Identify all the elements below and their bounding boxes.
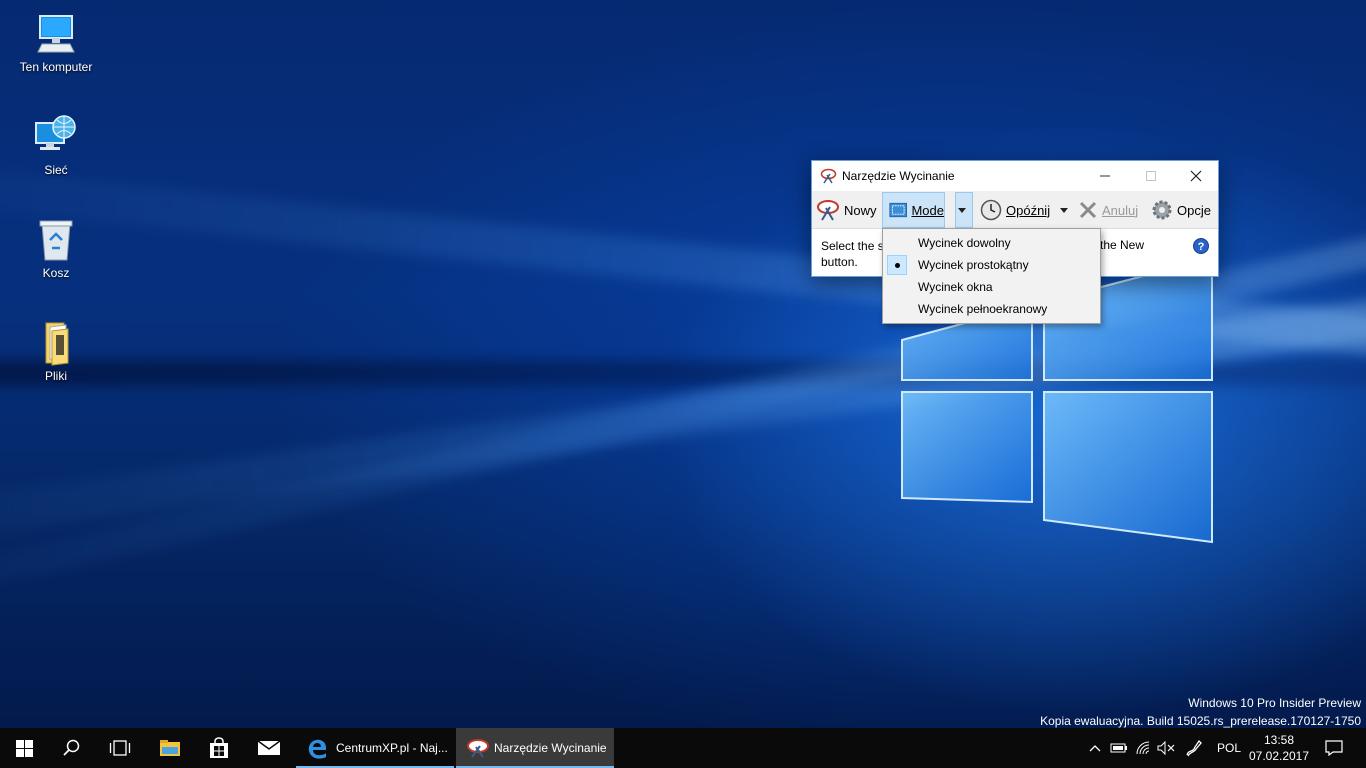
network-icon bbox=[35, 115, 76, 150]
chevron-down-icon bbox=[958, 207, 966, 213]
store-bag-icon bbox=[210, 737, 228, 758]
notification-icon bbox=[1325, 740, 1343, 756]
desktop-icon-label: Sieć bbox=[44, 163, 68, 177]
windows-start-icon bbox=[15, 739, 33, 757]
mode-dropdown-menu: Wycinek dowolny Wycinek prostokątny Wyci… bbox=[882, 228, 1101, 324]
new-snip-icon bbox=[817, 200, 839, 221]
options-button[interactable]: Opcje bbox=[1151, 191, 1211, 229]
chevron-up-icon bbox=[1089, 745, 1101, 752]
show-hidden-icons-button[interactable] bbox=[1084, 728, 1106, 768]
cancel-x-icon bbox=[1079, 201, 1097, 219]
window-title: Narzędzie Wycinanie bbox=[842, 169, 955, 183]
desktop-icon-label: Kosz bbox=[42, 266, 70, 280]
clock[interactable]: 13:58 07.02.2017 bbox=[1248, 732, 1310, 764]
menu-item-window-snip[interactable]: Wycinek okna bbox=[885, 276, 1098, 298]
clock-time: 13:58 bbox=[1263, 733, 1295, 747]
delay-button-label: Opóźnij bbox=[1006, 202, 1051, 218]
edge-icon bbox=[308, 739, 326, 759]
minimize-icon bbox=[1100, 175, 1110, 177]
recycle-bin-icon bbox=[39, 220, 73, 261]
clock-date: 07.02.2017 bbox=[1248, 749, 1310, 763]
mail-icon bbox=[257, 740, 281, 755]
windows-watermark: Windows 10 Pro Insider Preview Kopia ewa… bbox=[1040, 694, 1361, 730]
task-view-icon bbox=[109, 740, 131, 756]
desktop-icon-label: Pliki bbox=[44, 369, 67, 383]
store-button[interactable] bbox=[194, 728, 244, 768]
maximize-icon bbox=[1146, 171, 1156, 181]
menu-item-label: Wycinek okna bbox=[918, 280, 993, 294]
mode-button-label: Mode bbox=[911, 202, 944, 218]
start-button[interactable] bbox=[0, 728, 48, 768]
new-button-label: Nowy bbox=[844, 202, 877, 218]
mode-dropdown-arrow[interactable] bbox=[955, 192, 973, 228]
rectangle-snip-icon bbox=[889, 202, 908, 218]
cancel-button[interactable]: Anuluj bbox=[1078, 191, 1138, 229]
battery-button[interactable] bbox=[1108, 728, 1130, 768]
desktop-icon-this-pc[interactable]: Ten komputer bbox=[11, 10, 101, 74]
computer-icon bbox=[37, 15, 75, 53]
volume-button[interactable] bbox=[1155, 728, 1177, 768]
taskbar-app-snipping-tool[interactable]: Narzędzie Wycinanie bbox=[456, 728, 614, 768]
new-button[interactable]: Nowy bbox=[816, 191, 877, 229]
desktop-icon-recycle-bin[interactable]: Kosz bbox=[11, 216, 101, 280]
taskbar: CentrumXP.pl - Naj... Narzędzie Wycinani… bbox=[0, 728, 1366, 768]
close-icon bbox=[1190, 170, 1202, 182]
action-center-button[interactable] bbox=[1316, 728, 1352, 768]
folder-icon bbox=[45, 322, 69, 366]
menu-item-label: Wycinek prostokątny bbox=[918, 258, 1029, 272]
network-tray-button[interactable] bbox=[1132, 728, 1154, 768]
watermark-edition: Windows 10 Pro Insider Preview bbox=[1188, 696, 1361, 710]
clock-icon bbox=[980, 199, 1002, 221]
file-explorer-button[interactable] bbox=[146, 728, 194, 768]
minimize-button[interactable] bbox=[1082, 161, 1128, 191]
menu-item-full-screen-snip[interactable]: Wycinek pełnoekranowy bbox=[885, 298, 1098, 320]
instruction-text-right: the New bbox=[1100, 238, 1145, 252]
desktop-icon-network[interactable]: Sieć bbox=[11, 113, 101, 177]
mode-button[interactable]: Mode bbox=[882, 192, 945, 228]
snipping-tool-icon bbox=[820, 168, 837, 184]
selected-indicator bbox=[887, 255, 907, 275]
maximize-button[interactable] bbox=[1128, 161, 1174, 191]
search-button[interactable] bbox=[48, 728, 96, 768]
help-icon[interactable]: ? bbox=[1193, 238, 1209, 254]
menu-item-rectangular-snip[interactable]: Wycinek prostokątny bbox=[885, 254, 1098, 276]
taskbar-app-label: CentrumXP.pl - Naj... bbox=[336, 741, 448, 755]
task-view-button[interactable] bbox=[96, 728, 144, 768]
snipping-tool-icon bbox=[467, 739, 489, 758]
menu-item-free-form-snip[interactable]: Wycinek dowolny bbox=[885, 232, 1098, 254]
pen-workspace-button[interactable] bbox=[1182, 728, 1206, 768]
radio-dot-icon bbox=[895, 263, 900, 268]
battery-icon bbox=[1110, 743, 1127, 753]
cancel-button-label: Anuluj bbox=[1102, 202, 1139, 218]
taskbar-app-edge[interactable]: CentrumXP.pl - Naj... bbox=[296, 728, 454, 768]
taskbar-app-label: Narzędzie Wycinanie bbox=[494, 741, 607, 755]
gear-icon bbox=[1152, 200, 1172, 220]
pen-ink-icon bbox=[1186, 739, 1202, 757]
delay-button[interactable]: Opóźnij bbox=[980, 191, 1050, 229]
file-explorer-icon bbox=[160, 740, 180, 756]
options-button-label: Opcje bbox=[1177, 202, 1211, 218]
chevron-down-icon bbox=[1060, 207, 1068, 213]
wifi-icon bbox=[1136, 741, 1150, 755]
delay-dropdown-arrow[interactable] bbox=[1060, 191, 1072, 229]
input-language-button[interactable]: POL bbox=[1212, 728, 1246, 768]
desktop-icon-files[interactable]: Pliki bbox=[11, 319, 101, 383]
desktop-icon-label: Ten komputer bbox=[19, 60, 93, 74]
menu-item-label: Wycinek dowolny bbox=[918, 236, 1011, 250]
search-icon bbox=[63, 739, 80, 756]
toolbar: Nowy Mode Opóźnij Anuluj Opcje bbox=[812, 191, 1218, 229]
volume-muted-icon bbox=[1157, 741, 1175, 755]
title-bar[interactable]: Narzędzie Wycinanie bbox=[812, 161, 1218, 191]
desktop-wallpaper bbox=[0, 0, 1366, 728]
close-button[interactable] bbox=[1173, 161, 1219, 191]
menu-item-label: Wycinek pełnoekranowy bbox=[918, 302, 1048, 316]
mail-button[interactable] bbox=[244, 728, 294, 768]
